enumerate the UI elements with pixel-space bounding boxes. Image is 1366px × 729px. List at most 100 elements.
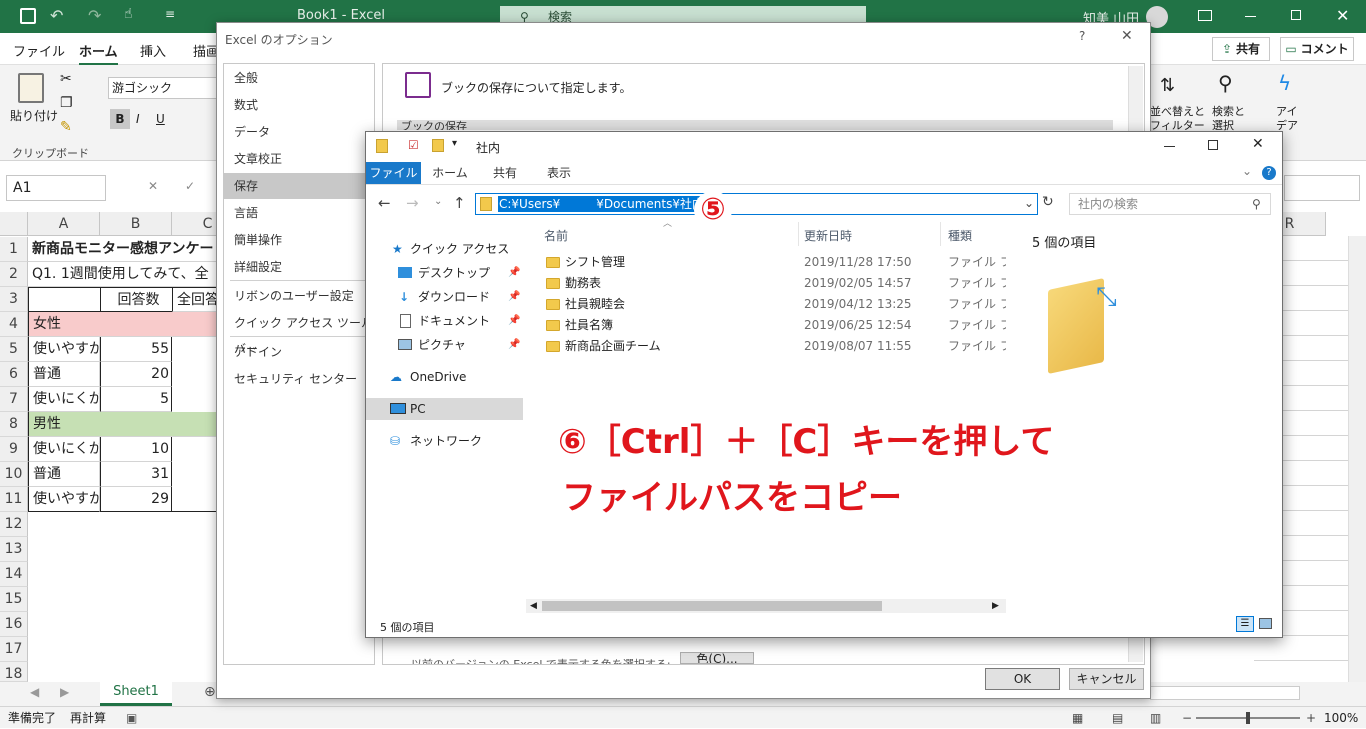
row-header[interactable]: 8 <box>0 412 28 437</box>
explorer-tab-share[interactable]: 共有 <box>480 162 530 184</box>
row-header[interactable]: 5 <box>0 337 28 362</box>
bold-icon[interactable]: B <box>110 109 130 129</box>
cell-b7[interactable]: 5 <box>100 387 172 412</box>
name-box[interactable]: A1 <box>6 175 106 201</box>
cell-a11[interactable]: 使いやすか <box>28 487 100 512</box>
cell-a9[interactable]: 使いにくか <box>28 437 100 462</box>
horizontal-scrollbar[interactable] <box>1150 686 1300 700</box>
options-nav-item[interactable]: 数式 <box>224 92 374 118</box>
row-header[interactable]: 13 <box>0 537 28 562</box>
explorer-maximize-icon[interactable] <box>1208 140 1218 150</box>
cell-b11[interactable]: 29 <box>100 487 172 512</box>
properties-icon[interactable]: ☑ <box>408 138 419 152</box>
share-button[interactable]: ⇪ 共有 <box>1212 37 1270 61</box>
tab-file[interactable]: ファイル <box>13 41 65 60</box>
cut-icon[interactable]: ✂ <box>60 71 72 87</box>
nav-downloads[interactable]: ↓ ダウンロード 📌 <box>366 286 523 308</box>
row-header[interactable]: 9 <box>0 437 28 462</box>
cell-b6[interactable]: 20 <box>100 362 172 387</box>
nav-pc[interactable]: PC <box>366 398 523 420</box>
help-button[interactable]: ? <box>1079 29 1085 43</box>
options-nav-item[interactable]: リボンのユーザー設定 <box>224 283 374 309</box>
macro-record-icon[interactable]: ▣ <box>126 707 137 729</box>
cancel-entry-icon[interactable]: ✕ <box>148 179 158 193</box>
vertical-scrollbar[interactable] <box>1348 236 1366 682</box>
help-icon[interactable]: ? <box>1262 166 1276 180</box>
row-header[interactable]: 18 <box>0 662 28 682</box>
tab-home[interactable]: ホーム <box>79 41 118 66</box>
cell-a10[interactable]: 普通 <box>28 462 100 487</box>
explorer-tab-home[interactable]: ホーム <box>424 162 476 184</box>
cell-a4[interactable]: 女性 <box>28 312 218 337</box>
file-row[interactable]: シフト管理 2019/11/28 17:50 ファイル フォル <box>546 252 1008 273</box>
cell-a7[interactable]: 使いにくか <box>28 387 100 412</box>
find-select-label[interactable]: 検索と 選択 <box>1212 105 1262 133</box>
recent-locations-icon[interactable]: ⌄ <box>434 196 442 207</box>
row-header[interactable]: 12 <box>0 512 28 537</box>
tab-insert[interactable]: 挿入 <box>140 41 166 60</box>
comment-button[interactable]: ▭ コメント <box>1280 37 1354 61</box>
select-all[interactable] <box>0 212 28 236</box>
cell-b9[interactable]: 10 <box>100 437 172 462</box>
add-sheet-icon[interactable]: ⊕ <box>204 684 216 700</box>
scroll-right-icon[interactable]: ▶ <box>992 599 999 613</box>
options-nav-item[interactable]: 言語 <box>224 200 374 226</box>
explorer-close-icon[interactable]: ✕ <box>1252 136 1264 152</box>
close-icon[interactable]: ✕ <box>1336 6 1349 25</box>
ideas-icon[interactable]: ϟ <box>1278 71 1291 95</box>
restore-icon[interactable] <box>1291 10 1301 20</box>
scroll-left-icon[interactable]: ◀ <box>530 599 537 613</box>
sort-filter-label[interactable]: 並べ替えと フィルター <box>1150 105 1210 133</box>
options-nav-item[interactable]: セキュリティ センター <box>224 366 374 392</box>
explorer-tab-file[interactable]: ファイル <box>366 162 421 184</box>
row-header[interactable]: 7 <box>0 387 28 412</box>
cell-a6[interactable]: 普通 <box>28 362 100 387</box>
ribbon-display-icon[interactable] <box>1198 10 1212 21</box>
address-bar[interactable]: C:¥Users¥ ¥Documents¥社内 ⌄ <box>475 193 1038 215</box>
pin-icon[interactable]: 📌 <box>508 262 520 284</box>
column-header-a[interactable]: A <box>28 212 100 236</box>
redo-icon[interactable]: ↷ <box>88 6 101 25</box>
normal-view-icon[interactable]: ▦ <box>1072 707 1083 729</box>
font-name-box[interactable]: 游ゴシック <box>108 77 218 99</box>
save-icon[interactable] <box>20 8 36 24</box>
copy-icon[interactable]: ❐ <box>60 95 73 111</box>
row-header[interactable]: 15 <box>0 587 28 612</box>
cell-b10[interactable]: 31 <box>100 462 172 487</box>
row-header[interactable]: 3 <box>0 287 28 312</box>
options-nav-item[interactable]: 詳細設定 <box>224 254 374 280</box>
underline-icon[interactable]: U <box>156 109 165 129</box>
address-dropdown-icon[interactable]: ⌄ <box>1024 196 1034 210</box>
new-folder-icon[interactable] <box>432 139 444 152</box>
find-select-icon[interactable]: ⚲ <box>1218 71 1233 95</box>
explorer-tab-view[interactable]: 表示 <box>534 162 584 184</box>
ideas-label[interactable]: アイ デア <box>1276 105 1298 133</box>
column-header-date[interactable]: 更新日時 <box>804 227 852 244</box>
zoom-in-icon[interactable]: + <box>1306 707 1316 729</box>
file-row[interactable]: 社員名簿 2019/06/25 12:54 ファイル フォル <box>546 315 1008 336</box>
row-header[interactable]: 2 <box>0 262 28 287</box>
nav-network[interactable]: ⛁ ネットワーク <box>366 430 523 452</box>
large-icons-view-icon[interactable] <box>1259 618 1272 629</box>
paste-label[interactable]: 貼り付け <box>10 107 58 124</box>
row-header[interactable]: 11 <box>0 487 28 512</box>
cell-b5[interactable]: 55 <box>100 337 172 362</box>
file-row[interactable]: 勤務表 2019/02/05 14:57 ファイル フォル <box>546 273 1008 294</box>
touch-mode-icon[interactable]: ☝ <box>124 6 133 22</box>
back-icon[interactable]: ← <box>378 194 391 212</box>
enter-icon[interactable]: ✓ <box>185 179 195 193</box>
minimize-icon[interactable] <box>1245 16 1256 17</box>
nav-desktop[interactable]: デスクトップ 📌 <box>366 262 523 284</box>
options-nav-item[interactable]: クイック アクセス ツール バー <box>224 310 374 356</box>
row-header[interactable]: 4 <box>0 312 28 337</box>
cell-b3[interactable]: 回答数 <box>100 287 172 312</box>
undo-icon[interactable]: ↶ <box>50 6 63 25</box>
color-button[interactable]: 色(C)... <box>680 652 754 664</box>
options-nav-item[interactable]: 全般 <box>224 65 374 91</box>
options-close-icon[interactable]: ✕ <box>1121 28 1133 44</box>
options-nav-item[interactable]: 保存 <box>224 173 374 199</box>
nav-documents[interactable]: ドキュメント 📌 <box>366 310 523 332</box>
page-break-icon[interactable]: ▥ <box>1150 707 1161 729</box>
address-path[interactable]: C:¥Users¥ ¥Documents¥社内 <box>498 196 705 212</box>
italic-icon[interactable]: I <box>136 109 140 129</box>
